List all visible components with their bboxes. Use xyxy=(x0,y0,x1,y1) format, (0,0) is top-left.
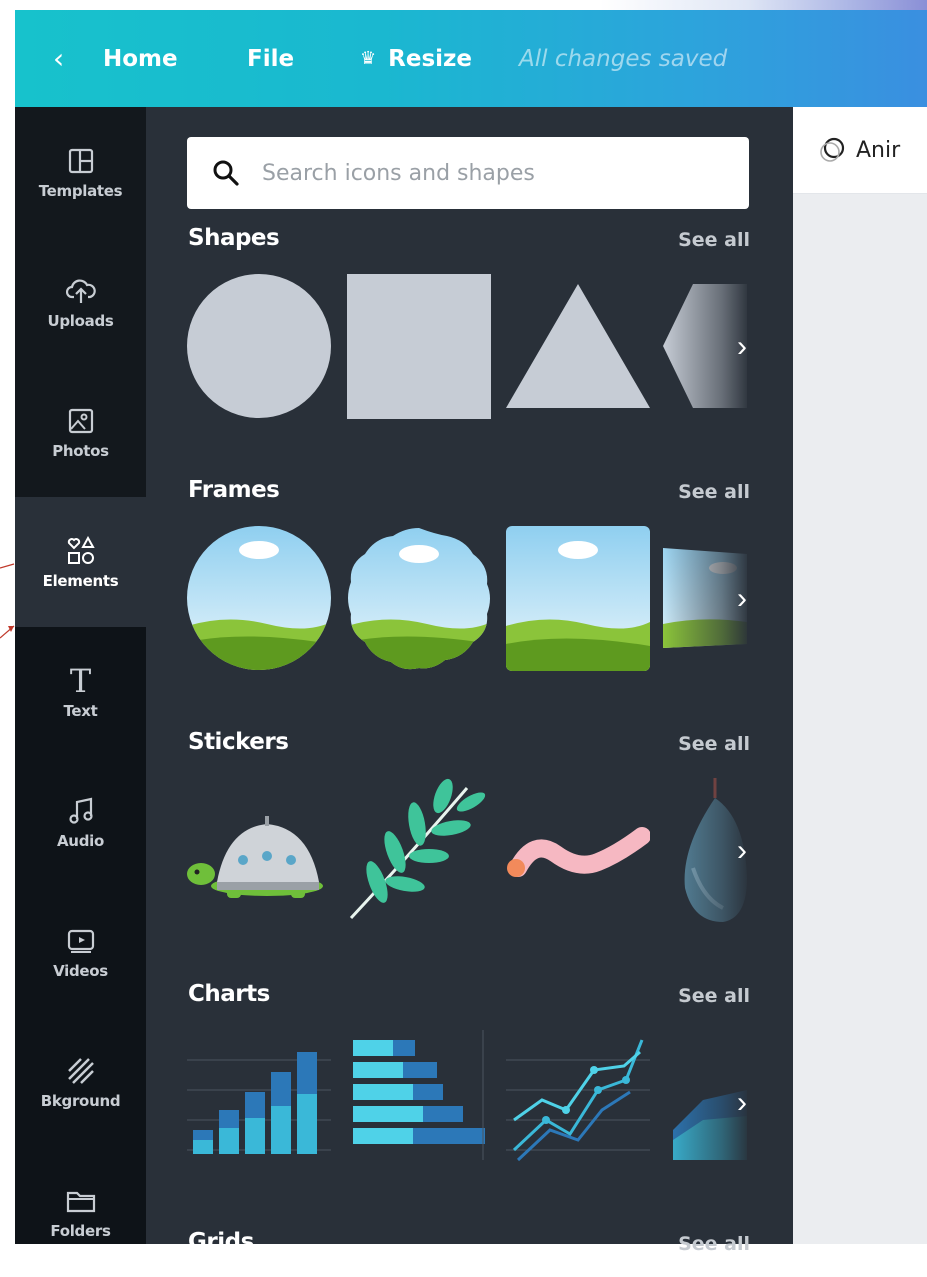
square-shape[interactable] xyxy=(347,274,491,419)
sidebar-item-label: Uploads xyxy=(47,312,114,330)
search-icon xyxy=(213,160,239,186)
sidebar-item-uploads[interactable]: Uploads xyxy=(15,237,146,367)
file-menu-button[interactable]: File xyxy=(247,10,294,107)
chevron-right-icon[interactable]: › xyxy=(697,526,747,671)
top-bar: ‹ Home File ♛ Resize All changes saved xyxy=(15,10,927,107)
bar-chart-thumbnail[interactable] xyxy=(187,1030,331,1175)
see-all-stickers-link[interactable]: See all xyxy=(678,733,750,755)
chevron-right-icon[interactable]: › xyxy=(697,1030,747,1175)
sidebar-item-videos[interactable]: Videos xyxy=(15,887,146,1017)
sidebar-item-folders[interactable]: Folders xyxy=(15,1147,146,1277)
sidebar-item-label: Photos xyxy=(52,442,109,460)
editor-toolbar: Anir xyxy=(793,107,927,194)
resize-label: Resize xyxy=(388,45,473,72)
frames-row: › xyxy=(187,526,747,671)
see-all-grids-link[interactable]: See all xyxy=(678,1233,750,1255)
see-all-shapes-link[interactable]: See all xyxy=(678,229,750,251)
elements-icon xyxy=(66,534,96,568)
sidebar-item-label: Text xyxy=(63,702,98,720)
templates-icon xyxy=(68,144,94,178)
sidebar: Templates Uploads Photos Elements T Text… xyxy=(15,107,146,1244)
sidebar-item-label: Elements xyxy=(42,572,119,590)
background-icon xyxy=(67,1054,95,1088)
square-frame[interactable] xyxy=(506,526,650,671)
circle-shape[interactable] xyxy=(187,274,331,419)
crown-icon: ♛ xyxy=(360,48,377,69)
leaf-sticker[interactable] xyxy=(347,778,491,923)
text-icon: T xyxy=(69,662,92,700)
shapes-row: › xyxy=(187,274,747,419)
animate-icon xyxy=(820,137,845,162)
section-title-charts: Charts xyxy=(188,981,270,1007)
circle-frame[interactable] xyxy=(187,526,331,671)
section-title-shapes: Shapes xyxy=(188,225,280,251)
folder-icon xyxy=(66,1184,96,1218)
sidebar-item-elements[interactable]: Elements xyxy=(15,497,146,627)
triangle-shape[interactable] xyxy=(506,274,650,419)
upload-cloud-icon xyxy=(65,274,96,308)
music-note-icon xyxy=(68,794,94,828)
resize-button[interactable]: ♛ Resize xyxy=(360,10,472,107)
chevron-right-icon[interactable]: › xyxy=(697,274,747,419)
search-placeholder: Search icons and shapes xyxy=(262,160,535,186)
scalloped-frame[interactable] xyxy=(347,526,491,671)
sidebar-item-label: Videos xyxy=(53,962,108,980)
sidebar-item-label: Bkground xyxy=(40,1092,121,1110)
animate-button[interactable]: Anir xyxy=(818,107,900,193)
stickers-row: › xyxy=(187,778,747,923)
section-title-stickers: Stickers xyxy=(188,729,289,755)
charts-row: › xyxy=(187,1030,747,1175)
section-title-grids: Grids xyxy=(188,1229,254,1255)
see-all-frames-link[interactable]: See all xyxy=(678,481,750,503)
sidebar-item-label: Audio xyxy=(57,832,104,850)
elements-panel: Search icons and shapes Shapes See all ›… xyxy=(146,107,793,1255)
search-input[interactable]: Search icons and shapes xyxy=(187,137,749,209)
video-icon xyxy=(67,924,95,958)
animate-label: Anir xyxy=(856,137,901,163)
horizontal-bar-chart-thumbnail[interactable] xyxy=(347,1030,491,1175)
home-button[interactable]: Home xyxy=(103,10,178,107)
sidebar-item-label: Templates xyxy=(38,182,123,200)
sidebar-item-templates[interactable]: Templates xyxy=(15,107,146,237)
sidebar-item-audio[interactable]: Audio xyxy=(15,757,146,887)
see-all-charts-link[interactable]: See all xyxy=(678,985,750,1007)
section-title-frames: Frames xyxy=(188,477,280,503)
save-status: All changes saved xyxy=(519,45,728,72)
design-canvas-area[interactable] xyxy=(793,194,927,1244)
sidebar-item-bkground[interactable]: Bkground xyxy=(15,1017,146,1147)
sidebar-item-text[interactable]: T Text xyxy=(15,627,146,757)
photos-icon xyxy=(68,404,94,438)
turtle-sticker[interactable] xyxy=(187,778,331,923)
chevron-left-icon[interactable]: ‹ xyxy=(53,10,64,107)
sidebar-item-photos[interactable]: Photos xyxy=(15,367,146,497)
line-chart-thumbnail[interactable] xyxy=(506,1030,650,1175)
squiggle-sticker[interactable] xyxy=(506,778,650,923)
chevron-right-icon[interactable]: › xyxy=(697,778,747,923)
sidebar-item-label: Folders xyxy=(50,1222,111,1240)
